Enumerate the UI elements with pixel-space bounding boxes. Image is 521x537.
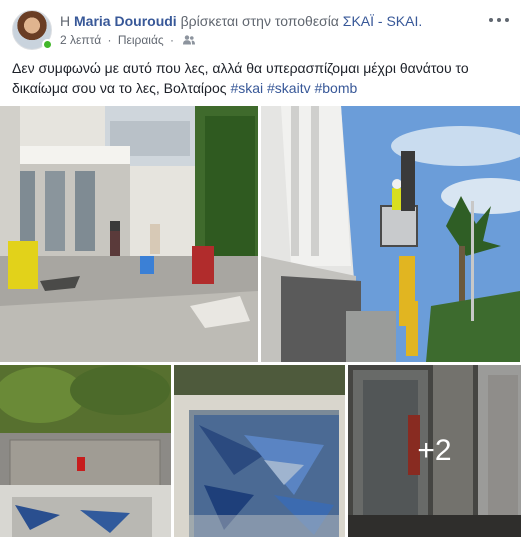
hashtag-link[interactable]: #skaitv bbox=[267, 80, 311, 96]
meta-separator: · bbox=[170, 33, 175, 47]
post-photo-1[interactable] bbox=[0, 106, 258, 362]
more-photos-count: +2 bbox=[417, 434, 452, 467]
post-timestamp[interactable]: 2 λεπτά bbox=[60, 33, 101, 47]
author-name-link[interactable]: Maria Douroudi bbox=[74, 13, 177, 29]
post-photo-4[interactable] bbox=[174, 365, 345, 537]
more-options-icon[interactable] bbox=[486, 12, 512, 28]
meta-separator: · bbox=[107, 33, 112, 47]
online-status-dot bbox=[42, 39, 53, 50]
friends-icon[interactable] bbox=[183, 35, 196, 45]
post-photo-2[interactable] bbox=[261, 106, 520, 362]
more-photos-overlay[interactable]: +2 bbox=[348, 365, 521, 537]
post-header: Η Maria Douroudi βρίσκεται στην τοποθεσί… bbox=[12, 10, 512, 50]
post-message: Δεν συμφωνώ με αυτό που λες, αλλά θα υπε… bbox=[12, 58, 510, 98]
location-link[interactable]: ΣΚΑΪ - SKAI. bbox=[343, 13, 422, 29]
hashtag-link[interactable]: #bomb bbox=[314, 80, 357, 96]
post-meta: 2 λεπτά · Πειραιάς · bbox=[60, 32, 196, 48]
author-prefix: Η bbox=[60, 13, 71, 29]
post-author-line: Η Maria Douroudi βρίσκεται στην τοποθεσί… bbox=[60, 12, 422, 30]
hashtag-link[interactable]: #skai bbox=[230, 80, 263, 96]
facebook-post: Η Maria Douroudi βρίσκεται στην τοποθεσί… bbox=[0, 0, 521, 537]
post-place[interactable]: Πειραιάς bbox=[118, 33, 164, 47]
location-phrase: βρίσκεται στην τοποθεσία bbox=[180, 13, 339, 29]
post-photo-3[interactable] bbox=[0, 365, 171, 537]
post-photo-5[interactable]: +2 bbox=[348, 365, 521, 537]
